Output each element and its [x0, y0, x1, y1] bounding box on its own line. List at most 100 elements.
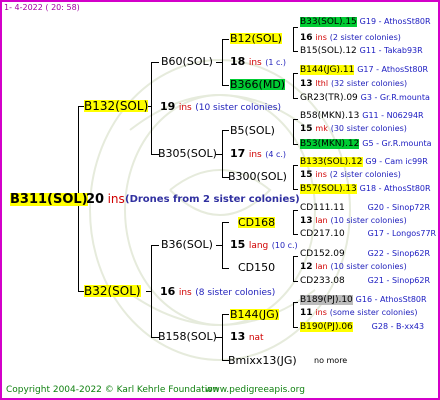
gen4-source: G17 - AthosSt80R — [357, 65, 429, 74]
gen3-note: (10 sister colonies) — [330, 216, 407, 225]
gen3-word: ins — [315, 33, 327, 42]
gen2-count: 18 — [230, 55, 246, 68]
gen3-stat: 16 ins (2 sister colonies) — [300, 34, 401, 43]
gen1-count: 16 — [160, 285, 176, 298]
gen4-source: G18 - AthosSt80R — [359, 184, 431, 193]
gen4-queen[interactable]: B133(SOL).12 — [300, 157, 363, 167]
gen2-count: 13 — [230, 330, 246, 343]
gen4-row: B189(PJ).10 G16 - AthosSt80R — [300, 295, 427, 305]
gen3-count: 13 — [300, 79, 313, 89]
root-queen[interactable]: B311(SOL) — [10, 193, 88, 206]
gen3-word: ins — [315, 308, 327, 317]
gen4-queen[interactable]: CD152.09 — [300, 249, 345, 259]
gen2-stat: 17 ins (4 c.) — [230, 148, 286, 160]
gen4-queen[interactable]: B33(SOL).15 — [300, 17, 357, 27]
gen2-count: 17 — [230, 147, 246, 160]
gen3-note: no more — [314, 356, 348, 365]
gen1-queen[interactable]: B32(SOL) — [84, 285, 141, 297]
gen2-count: 15 — [230, 238, 246, 251]
gen4-source: G3 - Gr.R.mounta — [360, 93, 430, 102]
gen3-stat: 15 ins (2 sister colonies) — [300, 171, 401, 180]
gen1-word: ins — [178, 103, 192, 113]
gen3-stat: 13 lan (10 sister colonies) — [300, 217, 407, 226]
print-date: 1- 4-2022 ( 20: 58) — [4, 3, 80, 12]
gen4-queen[interactable]: B58(MKN).13 — [300, 111, 359, 121]
gen3-queen[interactable]: B144(JG) — [230, 309, 279, 320]
gen4-source: G21 - Sinop62R — [367, 276, 431, 285]
gen4-queen[interactable]: B144(JG).11 — [300, 65, 355, 75]
root-ins-word: ins — [107, 192, 125, 206]
gen3-note: (some sister colonies) — [329, 308, 418, 317]
gen2-word: lang — [248, 241, 269, 251]
gen3-word: mk — [315, 124, 328, 133]
gen4-source: G20 - Sinop72R — [367, 203, 431, 212]
gen4-queen[interactable]: B190(PJ).06 — [300, 322, 353, 332]
root-ins-count: 20 — [86, 192, 105, 207]
gen4-source: G17 - Longos77R — [367, 229, 437, 238]
footer-site-link[interactable]: www.pedigreeapis.org — [205, 386, 305, 395]
gen1-stat: 19 ins (10 sister colonies) — [160, 101, 281, 113]
gen3-count: 13 — [300, 216, 313, 226]
gen3-queen[interactable]: B300(SOL) — [228, 171, 287, 182]
gen4-row: B53(MKN).12 G5 - Gr.R.mounta — [300, 139, 432, 149]
gen4-row: GR23(TR).09 G3 - Gr.R.mounta — [300, 94, 430, 103]
footer-copyright: Copyright 2004-2022 © Karl Kehrle Founda… — [6, 385, 219, 395]
gen3-queen[interactable]: B366(MD) — [230, 79, 286, 90]
gen4-row: B58(MKN).13 G11 - N06294R — [300, 112, 424, 121]
gen1-word: ins — [178, 288, 192, 298]
gen3-stat: 12 lan (10 sister colonies) — [300, 263, 407, 272]
gen4-row: CD233.08 G21 - Sinop62R — [300, 277, 430, 286]
gen4-queen[interactable]: B57(SOL).13 — [300, 184, 357, 194]
gen3-note: (2 sister colonies) — [329, 170, 401, 179]
root-drone-note: (Drones from 2 sister colonies) — [125, 194, 300, 205]
gen2-stat: 15 lang (10 c.) — [230, 239, 298, 251]
gen3-queen[interactable]: CD150 — [238, 262, 275, 273]
gen4-row: B57(SOL).13 G18 - AthosSt80R — [300, 184, 431, 194]
gen4-queen[interactable]: B15(SOL).12 — [300, 46, 357, 56]
gen4-source: G28 - B-xx43 — [371, 322, 425, 331]
gen3-queen[interactable]: CD168 — [238, 217, 276, 228]
gen2-queen[interactable]: B60(SOL) — [161, 56, 213, 67]
gen3-note: (30 sister colonies) — [330, 124, 407, 133]
gen2-word: nat — [248, 333, 264, 343]
gen3-word: ins — [315, 170, 327, 179]
gen3-count: 11 — [300, 308, 313, 318]
gen4-row: B144(JG).11 G17 - AthosSt80R — [300, 65, 429, 75]
gen3-count: 15 — [300, 124, 313, 134]
gen4-source: G11 - N06294R — [362, 111, 424, 120]
gen4-queen[interactable]: B189(PJ).10 — [300, 295, 353, 305]
gen3-note: (10 sister colonies) — [330, 262, 407, 271]
gen3-stat: 13 lthl (32 sister colonies) — [300, 80, 407, 89]
gen3-word: lan — [315, 262, 328, 271]
gen2-word: ins — [248, 58, 262, 68]
gen4-queen[interactable]: B53(MKN).12 — [300, 139, 360, 149]
gen2-queen[interactable]: B158(SOL) — [158, 331, 217, 342]
gen1-queen[interactable]: B132(SOL) — [84, 100, 149, 112]
gen3-count: 15 — [300, 170, 313, 180]
gen1-count: 19 — [160, 100, 176, 113]
gen3-word: lan — [315, 216, 328, 225]
gen4-row: B133(SOL).12 G9 - Cam ic99R — [300, 157, 428, 167]
gen3-queen[interactable]: B5(SOL) — [230, 125, 275, 136]
gen3-queen[interactable]: B12(SOL) — [230, 33, 282, 44]
gen4-queen[interactable]: GR23(TR).09 — [300, 93, 358, 103]
gen3-stat: 15 mk (30 sister colonies) — [300, 125, 407, 134]
gen4-row: CD217.10 G17 - Longos77R — [300, 230, 436, 239]
gen4-queen[interactable]: CD233.08 — [300, 276, 345, 286]
gen1-stat: 16 ins (8 sister colonies) — [160, 286, 275, 298]
gen2-queen[interactable]: B36(SOL) — [161, 239, 213, 250]
gen4-source: G16 - AthosSt80R — [355, 295, 427, 304]
gen4-queen[interactable]: CD217.10 — [300, 229, 345, 239]
gen3-count: 12 — [300, 262, 313, 272]
gen4-row: CD111.11 G20 - Sinop72R — [300, 204, 430, 213]
gen2-queen[interactable]: B305(SOL) — [158, 148, 217, 159]
gen2-stat: 18 ins (1 c.) — [230, 56, 286, 68]
gen3-count: 16 — [300, 33, 313, 43]
gen3-queen[interactable]: Bmixx13(JG) — [228, 355, 297, 366]
gen4-row: B15(SOL).12 G11 - Takab93R — [300, 47, 423, 56]
gen2-note: (10 c.) — [271, 241, 298, 250]
gen3-note: (32 sister colonies) — [330, 79, 408, 88]
gen4-source: G5 - Gr.R.mounta — [362, 139, 432, 148]
gen4-queen[interactable]: CD111.11 — [300, 203, 345, 213]
gen3-stat: 11 ins (some sister colonies) — [300, 309, 418, 318]
